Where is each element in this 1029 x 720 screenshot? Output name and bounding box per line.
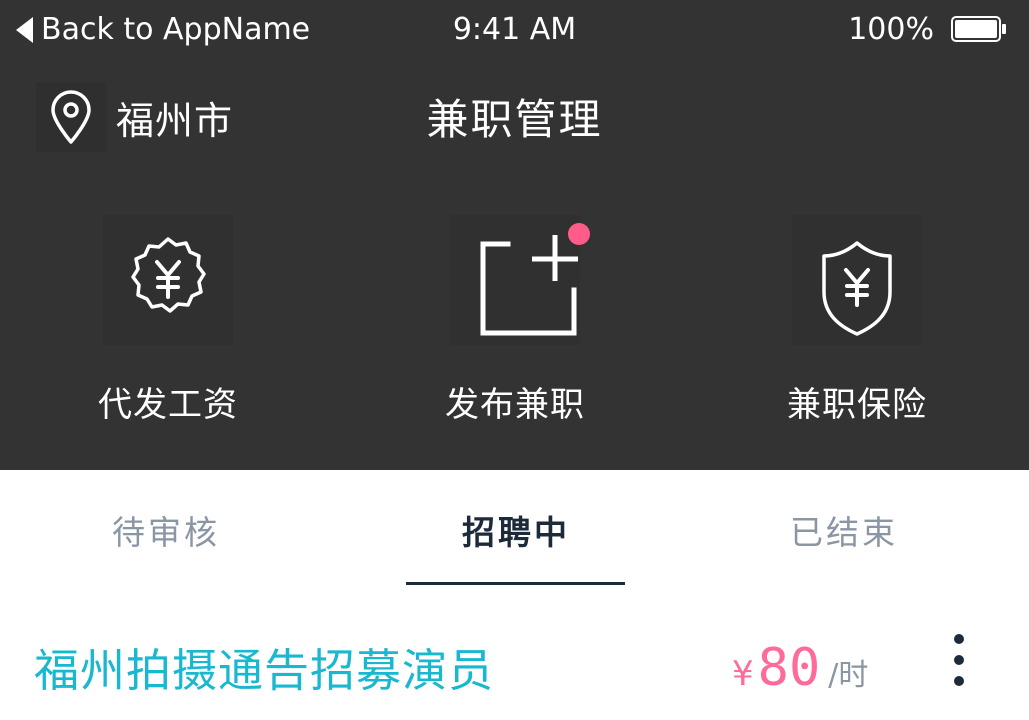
post-job-action-button[interactable]: 发布兼职 <box>395 215 635 426</box>
active-tab-indicator <box>406 582 625 585</box>
tab-ended[interactable]: 已结束 <box>790 506 898 554</box>
job-title: 福州拍摄通告招募演员 <box>34 644 495 697</box>
status-tabs: 待审核 招聘中 已结束 <box>0 470 1029 590</box>
yen-badge-icon <box>103 215 233 345</box>
currency-symbol: ¥ <box>732 654 754 694</box>
page-title: 兼职管理 <box>426 95 603 144</box>
notification-dot <box>568 223 590 245</box>
tab-recruiting[interactable]: 招聘中 <box>462 506 570 554</box>
quick-actions: 代发工资 发布兼职 兼职保险 <box>0 215 1029 450</box>
job-list-item[interactable]: 福州拍摄通告招募演员 ¥ 80 /时 <box>0 600 1029 720</box>
battery-percent: 100% <box>848 12 934 47</box>
post-job-label: 发布兼职 <box>445 385 585 425</box>
price-amount: 80 <box>757 638 821 698</box>
yen-shield-icon <box>792 215 922 345</box>
header-panel: Back to AppName 9:41 AM 100% 福州市 兼职管理 代发… <box>0 0 1029 470</box>
more-options-icon[interactable] <box>944 634 974 694</box>
price-unit: /时 <box>828 658 869 693</box>
payroll-label: 代发工资 <box>98 385 238 425</box>
job-price: ¥ 80 /时 <box>732 638 868 698</box>
insurance-action-button[interactable]: 兼职保险 <box>737 215 977 426</box>
status-bar: Back to AppName 9:41 AM 100% <box>0 0 1029 60</box>
tab-pending-review[interactable]: 待审核 <box>112 506 220 554</box>
add-post-icon <box>450 215 590 345</box>
payroll-action-button[interactable]: 代发工资 <box>48 215 288 426</box>
insurance-label: 兼职保险 <box>787 385 927 425</box>
battery-icon <box>951 16 1006 42</box>
